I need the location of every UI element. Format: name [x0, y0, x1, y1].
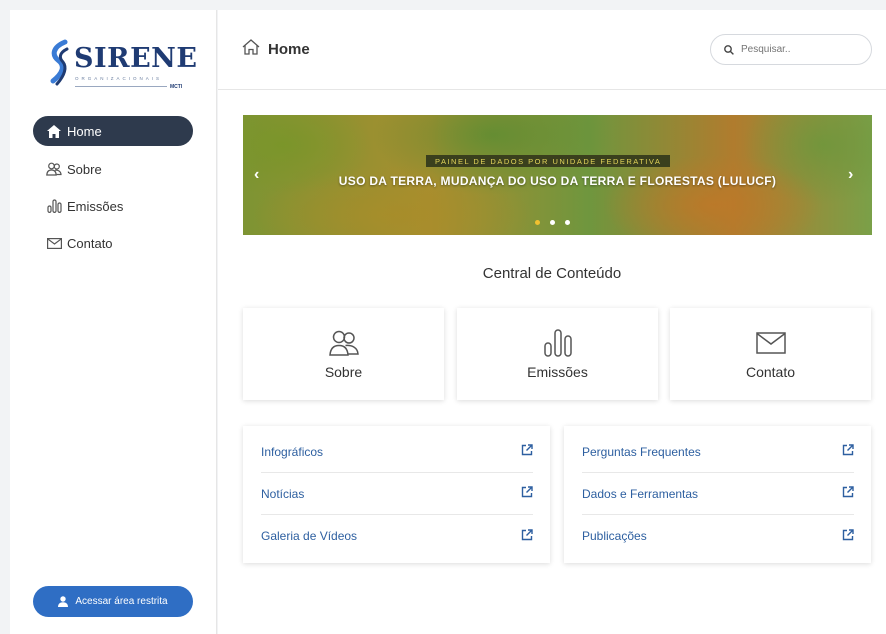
envelope-icon — [46, 235, 62, 251]
sidebar: SIRENE ORGANIZACIONAIS MCTI Home Sobre E… — [10, 10, 217, 634]
carousel-next-button[interactable]: › — [848, 167, 853, 183]
link-noticias[interactable]: Notícias — [261, 473, 533, 515]
links-panel-left: Infográficos Notícias Galeria de Vídeos — [243, 426, 550, 563]
sidebar-item-contato[interactable]: Contato — [33, 228, 193, 258]
bar-chart-icon — [543, 329, 572, 357]
home-outline-icon — [242, 39, 260, 60]
carousel-dot[interactable] — [550, 220, 555, 225]
section-title: Central de Conteúdo — [482, 265, 622, 282]
link-infograficos[interactable]: Infográficos — [261, 431, 533, 473]
card-sobre[interactable]: Sobre — [243, 308, 444, 400]
home-icon — [46, 123, 62, 139]
logo-divider — [75, 86, 167, 87]
external-link-icon — [521, 444, 533, 459]
restricted-area-label: Acessar área restrita — [75, 596, 168, 607]
search-box[interactable] — [710, 34, 872, 65]
banner-title: USO DA TERRA, MUDANÇA DO USO DA TERRA E … — [338, 174, 777, 188]
card-contato[interactable]: Contato — [670, 308, 871, 400]
logo-org: MCTI — [170, 84, 183, 90]
sirene-logo[interactable]: SIRENE ORGANIZACIONAIS MCTI — [44, 37, 198, 93]
users-icon — [46, 161, 62, 177]
external-link-icon — [521, 486, 533, 501]
user-icon — [58, 596, 69, 607]
external-link-icon — [521, 528, 533, 544]
bar-chart-icon — [46, 198, 62, 214]
main-content: Home PAINEL DE DADOS POR UNIDADE FEDERAT… — [218, 10, 886, 634]
carousel-dot[interactable] — [565, 220, 570, 225]
envelope-icon — [755, 329, 786, 357]
sidebar-item-sobre[interactable]: Sobre — [33, 154, 193, 184]
logo-subtitle: ORGANIZACIONAIS — [75, 76, 163, 81]
users-icon — [328, 329, 359, 357]
logo-title: SIRENE — [74, 43, 198, 74]
link-label: Publicações — [582, 529, 647, 543]
link-label: Notícias — [261, 486, 305, 501]
card-label: Emissões — [527, 364, 588, 380]
link-publicacoes[interactable]: Publicações — [582, 515, 854, 557]
carousel-prev-button[interactable]: ‹ — [254, 167, 259, 183]
restricted-area-button[interactable]: Acessar área restrita — [33, 586, 193, 617]
carousel-dot[interactable] — [535, 220, 540, 225]
page-header: Home — [218, 10, 886, 90]
link-label: Infográficos — [261, 444, 324, 459]
links-panel-right: Perguntas Frequentes Dados e Ferramentas… — [564, 426, 871, 563]
carousel-indicators — [535, 220, 570, 225]
link-label: Dados e Ferramentas — [582, 486, 699, 501]
card-label: Contato — [745, 364, 796, 380]
card-label: Sobre — [324, 364, 363, 380]
banner-tag: PAINEL DE DADOS POR UNIDADE FEDERATIVA — [426, 155, 671, 167]
link-galeria-videos[interactable]: Galeria de Vídeos — [261, 515, 533, 557]
link-dados-ferramentas[interactable]: Dados e Ferramentas — [582, 473, 854, 515]
sidebar-item-home[interactable]: Home — [33, 116, 193, 146]
sidebar-item-label: Contato — [67, 235, 113, 251]
link-label: Galeria de Vídeos — [261, 529, 358, 543]
card-emissoes[interactable]: Emissões — [457, 308, 658, 400]
external-link-icon — [842, 444, 854, 459]
sidebar-item-label: Home — [67, 123, 102, 139]
sirene-swirl-icon — [50, 39, 69, 86]
sidebar-item-emissoes[interactable]: Emissões — [33, 191, 193, 221]
sidebar-item-label: Sobre — [67, 161, 102, 177]
sidebar-item-label: Emissões — [67, 198, 124, 214]
link-label: Perguntas Frequentes — [582, 444, 701, 459]
search-input[interactable] — [741, 44, 851, 55]
page-title: Home — [268, 41, 310, 58]
external-link-icon — [842, 486, 854, 501]
link-perguntas-frequentes[interactable]: Perguntas Frequentes — [582, 431, 854, 473]
search-icon — [724, 44, 734, 55]
external-link-icon — [842, 528, 854, 544]
hero-carousel[interactable]: PAINEL DE DADOS POR UNIDADE FEDERATIVA U… — [243, 115, 872, 235]
